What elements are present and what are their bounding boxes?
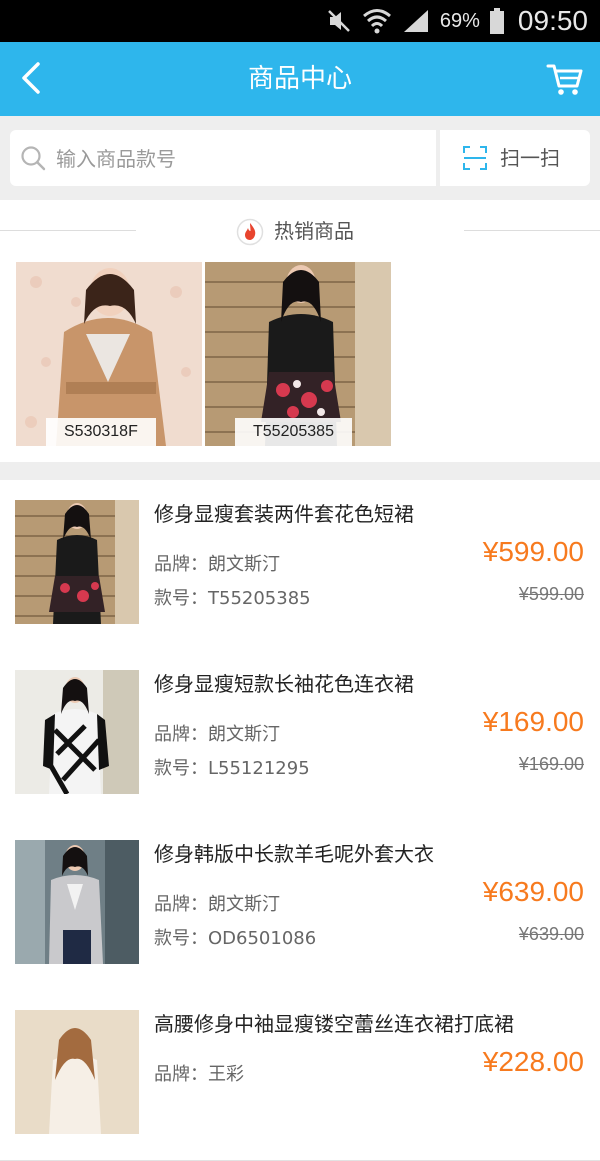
product-original-price: ¥169.00 xyxy=(518,754,584,774)
sku-tag: S530318F xyxy=(46,418,156,446)
divider xyxy=(0,230,136,231)
product-thumbnail xyxy=(15,1010,139,1134)
product-price: ¥639.00 xyxy=(482,876,584,907)
battery-percent: 69% xyxy=(439,9,480,32)
wifi-icon xyxy=(362,9,391,34)
search-area: 扫一扫 xyxy=(0,116,600,200)
sku-tag: T55205385 xyxy=(235,418,352,446)
product-list-item[interactable]: 高腰修身中袖显瘦镂空蕾丝连衣裙打底裙 品牌：王彩 ¥228.00 xyxy=(0,990,600,1161)
app-header: 商品中心 xyxy=(0,42,600,116)
product-thumbnail xyxy=(15,500,139,624)
clock: 09:50 xyxy=(517,5,588,36)
product-name: 修身韩版中长款羊毛呢外套大衣 xyxy=(154,842,434,866)
product-price: ¥599.00 xyxy=(482,536,584,567)
product-name: 修身显瘦短款长袖花色连衣裙 xyxy=(154,672,414,696)
search-box xyxy=(10,130,436,188)
product-thumbnail xyxy=(15,840,139,964)
product-brand: 品牌：朗文斯汀 xyxy=(154,724,280,745)
status-bar: 69% 09:50 xyxy=(0,0,600,42)
mute-icon xyxy=(328,10,350,32)
product-price: ¥169.00 xyxy=(482,706,584,737)
product-sku: 款号：L55121295 xyxy=(154,758,310,779)
product-image xyxy=(15,1010,139,1134)
hot-section-header: 热销商品 xyxy=(0,200,600,260)
hot-section-title: 热销商品 xyxy=(274,219,354,243)
product-name: 高腰修身中袖显瘦镂空蕾丝连衣裙打底裙 xyxy=(154,1012,514,1036)
hot-product-card[interactable]: S530318F xyxy=(16,262,202,446)
product-sku: 款号：T55205385 xyxy=(154,588,311,609)
product-original-price: ¥639.00 xyxy=(518,924,584,944)
product-brand: 品牌：朗文斯汀 xyxy=(154,894,280,915)
product-image xyxy=(15,670,139,794)
product-list-item[interactable]: 修身显瘦短款长袖花色连衣裙 品牌：朗文斯汀 款号：L55121295 ¥169.… xyxy=(0,650,600,821)
signal-icon xyxy=(403,10,428,32)
product-brand: 品牌：王彩 xyxy=(154,1064,244,1085)
product-image xyxy=(15,500,139,624)
battery-icon xyxy=(489,8,504,34)
search-icon xyxy=(21,146,46,171)
fire-icon xyxy=(236,218,264,246)
hot-product-card[interactable]: T55205385 xyxy=(205,262,391,446)
product-list-item[interactable]: 修身韩版中长款羊毛呢外套大衣 品牌：朗文斯汀 款号：OD6501086 ¥639… xyxy=(0,820,600,991)
product-original-price: ¥599.00 xyxy=(518,584,584,604)
product-image xyxy=(15,840,139,964)
product-brand: 品牌：朗文斯汀 xyxy=(154,554,280,575)
scan-button[interactable]: 扫一扫 xyxy=(440,130,590,186)
section-gap xyxy=(0,462,600,480)
product-price: ¥228.00 xyxy=(482,1046,584,1077)
page-title: 商品中心 xyxy=(247,64,352,94)
scan-icon xyxy=(463,146,487,170)
product-sku: 款号：OD6501086 xyxy=(154,928,317,949)
scan-label: 扫一扫 xyxy=(500,146,560,170)
product-name: 修身显瘦套装两件套花色短裙 xyxy=(154,502,414,526)
cart-icon[interactable] xyxy=(546,60,584,98)
status-icons: 69% 09:50 xyxy=(326,0,588,42)
product-list-item[interactable]: 修身显瘦套装两件套花色短裙 品牌：朗文斯汀 款号：T55205385 ¥599.… xyxy=(0,480,600,651)
product-thumbnail xyxy=(15,670,139,794)
divider xyxy=(464,230,600,231)
search-input[interactable] xyxy=(54,130,428,188)
